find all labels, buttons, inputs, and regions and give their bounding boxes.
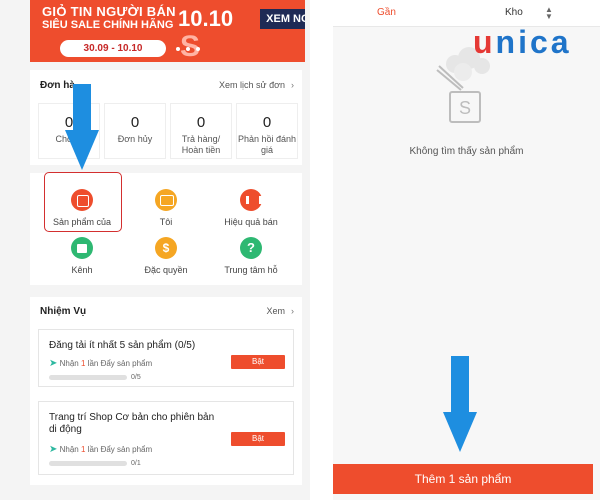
chevron-right-icon: › xyxy=(291,80,294,90)
menu-item-wallet[interactable]: Tôi xyxy=(126,189,206,227)
pointer-arrow-down-icon xyxy=(65,84,99,170)
menu-item-label: Tôi xyxy=(159,217,173,227)
order-stat-returns[interactable]: 0 Trả hàng/ Hoàn tiền xyxy=(170,103,232,159)
menu-item-label: Trung tâm hỗ xyxy=(224,265,278,275)
stat-label: Trả hàng/ Hoàn tiền xyxy=(181,134,221,155)
sales-chart-icon xyxy=(240,189,262,211)
banner-logo-mark: S xyxy=(180,30,203,62)
task-enable-button[interactable]: Bật xyxy=(231,355,285,369)
carousel-dot[interactable] xyxy=(145,47,149,51)
help-center-icon xyxy=(240,237,262,259)
order-history-link[interactable]: Xem lịch sử đơn › xyxy=(219,80,294,90)
add-product-button[interactable]: Thêm 1 sản phẩm xyxy=(333,464,593,494)
order-stat-cancelled[interactable]: 0 Đơn hủy xyxy=(104,103,166,159)
task-enable-button[interactable]: Bật xyxy=(231,432,285,446)
highlight-box xyxy=(44,172,122,232)
stat-value: 0 xyxy=(262,114,272,131)
task-title: Trang trí Shop Cơ bản cho phiên bản di đ… xyxy=(49,412,215,435)
wallet-icon xyxy=(155,189,177,211)
logo-part-u: u xyxy=(473,24,496,60)
task-card: Trang trí Shop Cơ bản cho phiên bản di đ… xyxy=(38,401,294,475)
banner-date-range: 30.09 - 10.10 xyxy=(60,40,166,57)
task-progress-text: 0/1 xyxy=(131,460,141,467)
stat-value: 0 xyxy=(130,114,140,131)
banner-subtitle: SIÊU SALE CHÍNH HÃNG xyxy=(42,19,174,31)
order-stat-reviews[interactable]: 0 Phản hồi đánh giá xyxy=(236,103,298,159)
menu-item-privileges[interactable]: Đặc quyền xyxy=(126,237,206,275)
tasks-view-link[interactable]: Xem › xyxy=(266,306,294,316)
menu-item-label: Đặc quyền xyxy=(144,265,188,275)
task-reward: ➤ Nhận 1 lần Đẩy sản phẩm xyxy=(49,358,152,369)
boost-icon: ➤ xyxy=(49,358,58,369)
tasks-section: Nhiệm Vụ Xem › Đăng tải ít nhất 5 sản phẩ… xyxy=(30,297,302,485)
reward-suffix: lần Đẩy sản phẩm xyxy=(87,445,153,454)
shop-channel-icon xyxy=(71,237,93,259)
menu-item-help-center[interactable]: Trung tâm hỗ xyxy=(211,237,291,275)
carousel-dot[interactable] xyxy=(186,47,190,51)
tab-near[interactable]: Gần xyxy=(377,7,396,18)
tasks-view-label: Xem xyxy=(266,306,285,316)
boost-icon: ➤ xyxy=(49,444,58,455)
product-tabs: Gần Kho ▲ ▼ xyxy=(333,0,600,27)
task-card: Đăng tải ít nhất 5 sản phẩm (0/5) ➤ Nhận… xyxy=(38,329,294,387)
stat-label: Đơn hủy xyxy=(117,134,153,144)
empty-state-message: Không tìm thấy sản phẩm xyxy=(409,146,524,157)
menu-item-channel[interactable]: Kênh xyxy=(42,237,122,275)
menu-item-sales-performance[interactable]: Hiệu quả bán xyxy=(211,189,291,227)
order-history-label: Xem lịch sử đơn xyxy=(219,80,285,90)
svg-text:S: S xyxy=(459,98,471,118)
reward-suffix: lần Đẩy sản phẩm xyxy=(87,359,153,368)
reward-count: 1 xyxy=(80,445,86,454)
banner-view-now-button[interactable]: XEM NGAY xyxy=(260,9,305,29)
tasks-title: Nhiệm Vụ xyxy=(40,306,87,317)
reward-prefix: Nhận xyxy=(59,445,79,454)
banner-sale-date: 10.10 xyxy=(178,6,234,31)
banner-title: GIỎ TIN NGƯỜI BÁN xyxy=(42,4,176,19)
privilege-bag-icon xyxy=(155,237,177,259)
carousel-dot[interactable] xyxy=(196,47,200,51)
sort-toggle-icon[interactable]: ▲ ▼ xyxy=(545,6,553,21)
task-progress-bar xyxy=(49,375,127,380)
stat-label: Phản hồi đánh giá xyxy=(237,134,297,155)
tab-stock[interactable]: Kho xyxy=(505,7,523,18)
seller-home-screen: S GIỎ TIN NGƯỜI BÁN SIÊU SALE CHÍNH HÃNG… xyxy=(0,0,310,500)
menu-item-label: Hiệu quả bán xyxy=(224,217,278,227)
logo-part-nica: nica xyxy=(495,24,572,60)
promo-banner[interactable]: S GIỎ TIN NGƯỜI BÁN SIÊU SALE CHÍNH HÃNG… xyxy=(30,0,305,62)
menu-item-label: Kênh xyxy=(71,265,93,275)
task-progress-bar xyxy=(49,461,127,466)
task-progress-text: 0/5 xyxy=(131,374,141,381)
pointer-arrow-down-icon xyxy=(443,356,477,452)
task-title: Đăng tải ít nhất 5 sản phẩm (0/5) xyxy=(49,340,196,351)
reward-prefix: Nhận xyxy=(59,359,79,368)
stat-value: 0 xyxy=(196,114,206,131)
reward-count: 1 xyxy=(80,359,86,368)
unica-logo: unica xyxy=(473,24,572,61)
chevron-right-icon: › xyxy=(291,306,294,316)
task-reward: ➤ Nhận 1 lần Đẩy sản phẩm xyxy=(49,444,152,455)
carousel-dot[interactable] xyxy=(176,47,180,51)
